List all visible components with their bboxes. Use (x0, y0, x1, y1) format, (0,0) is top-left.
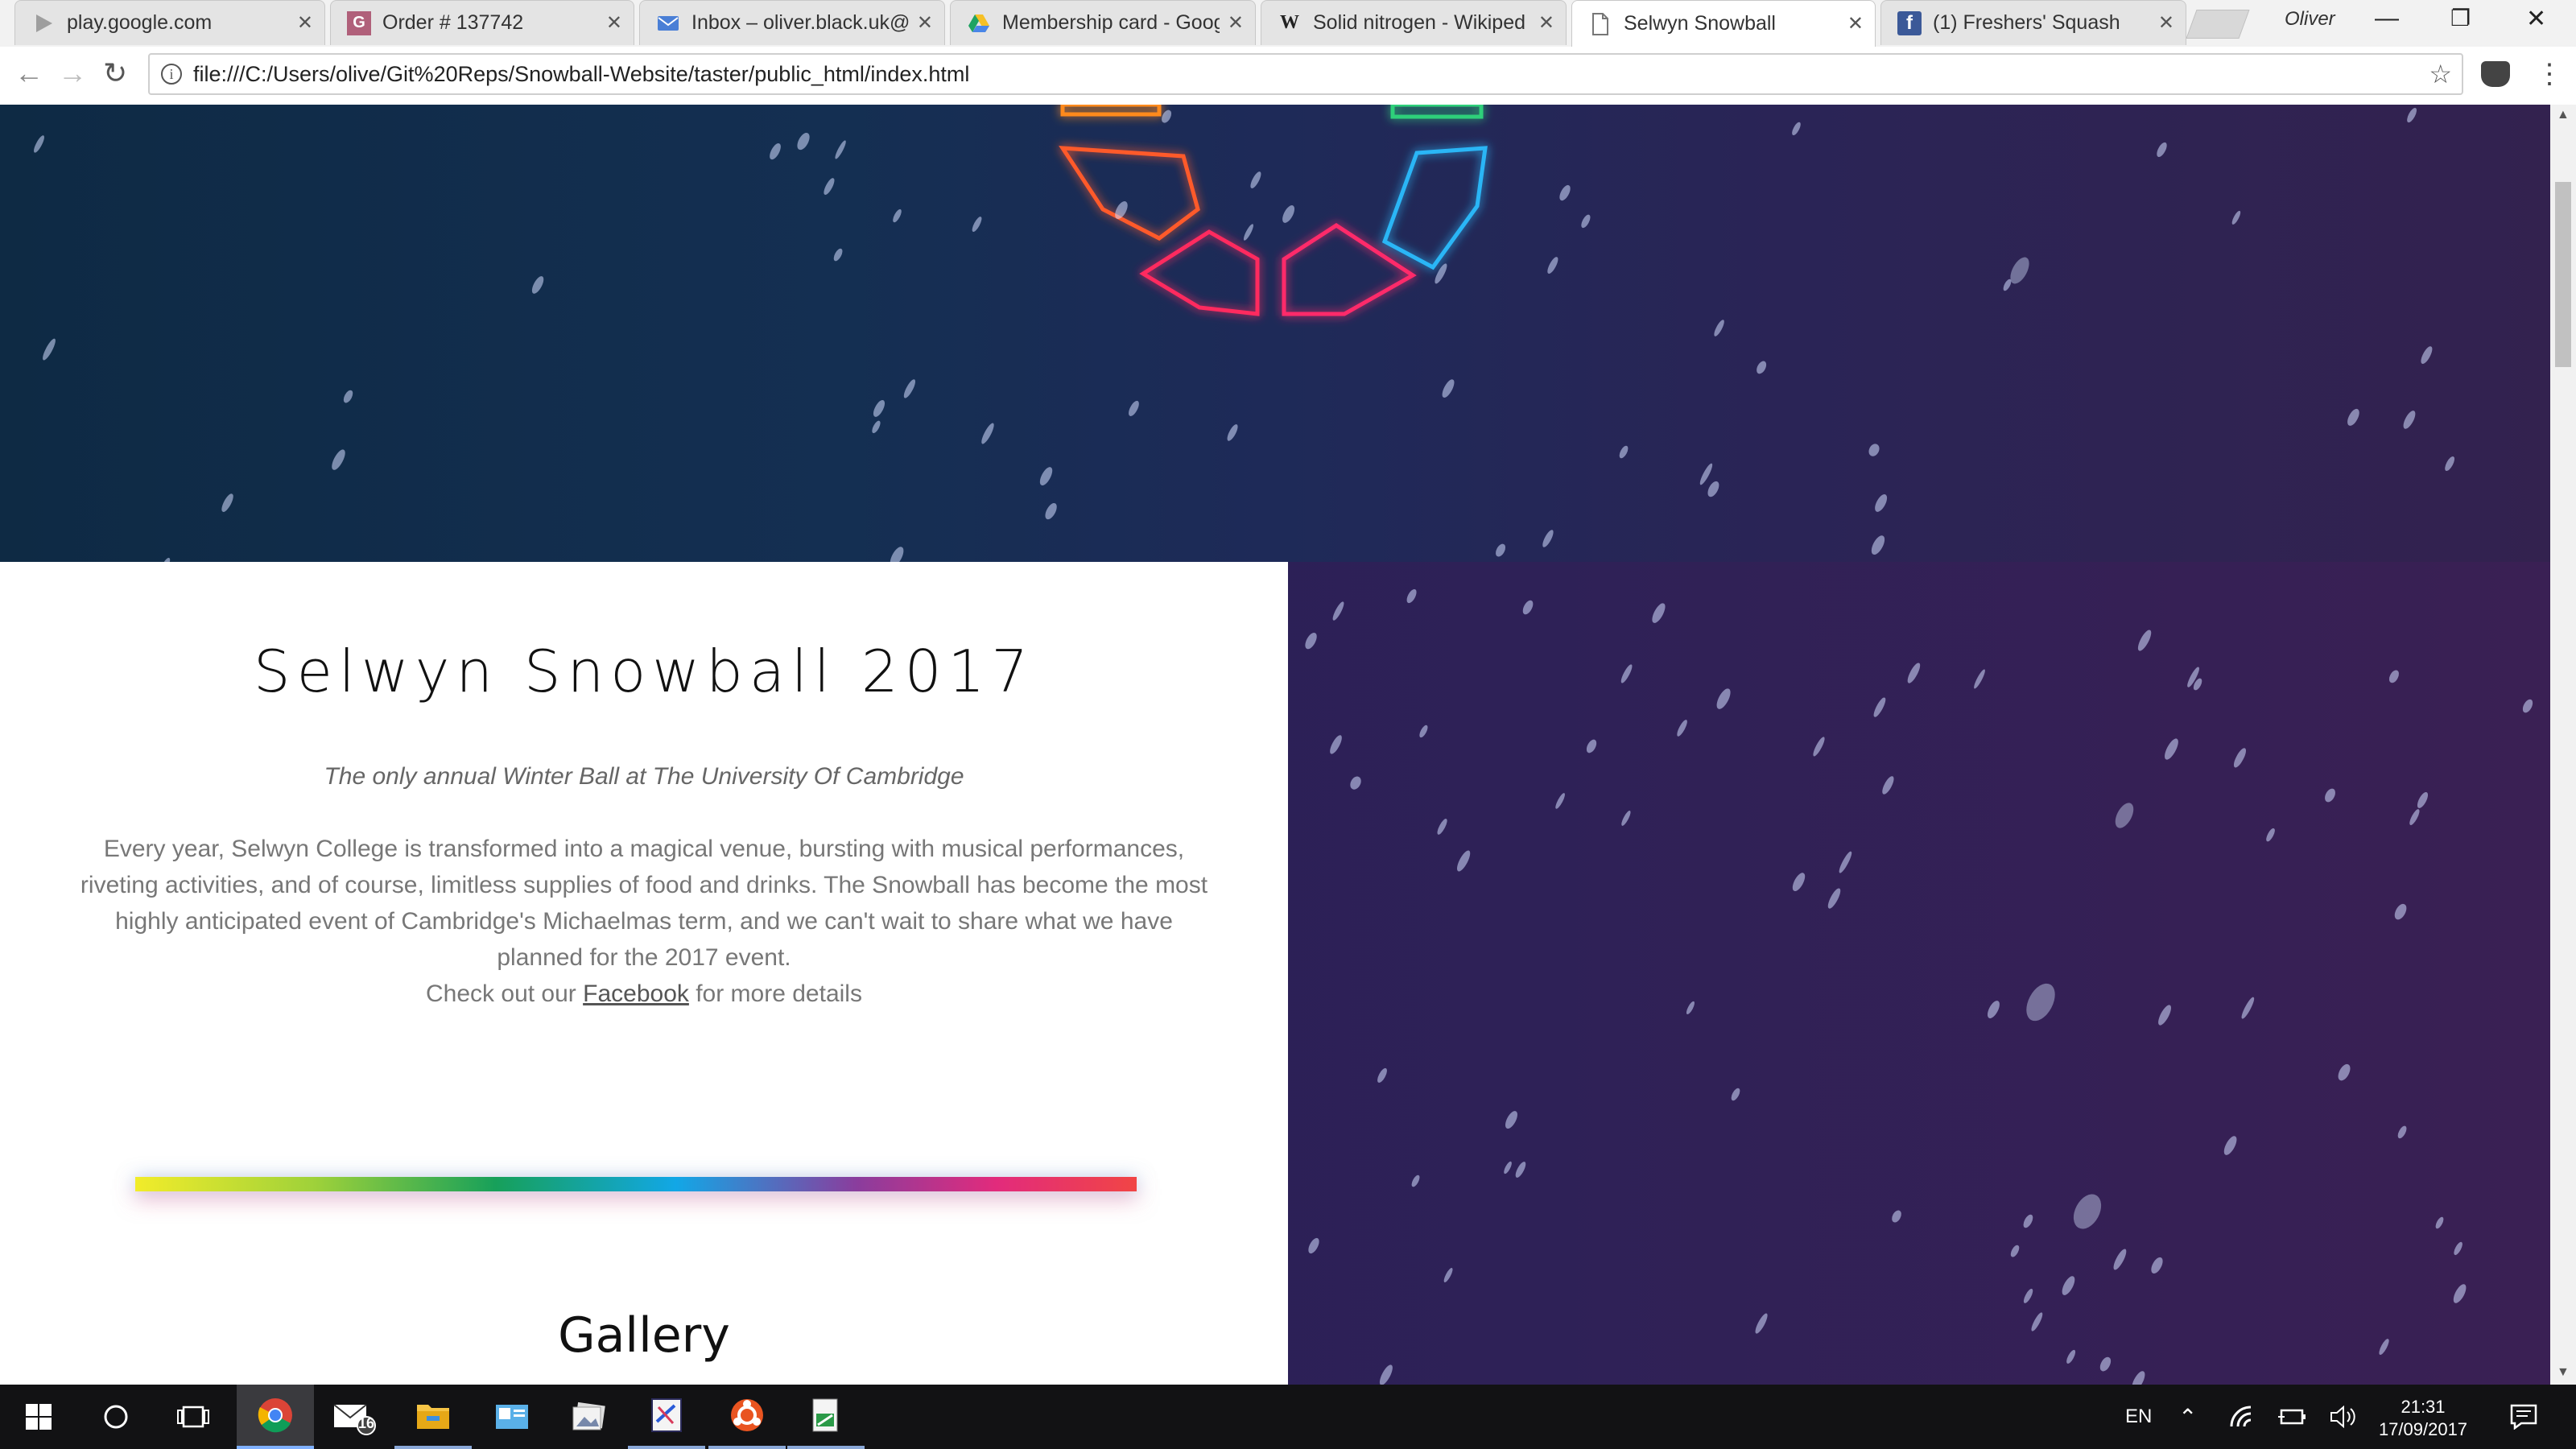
pocket-extension-icon[interactable] (2481, 61, 2510, 87)
tab-freshers-squash[interactable]: f (1) Freshers' Squash ✕ (1880, 0, 2186, 45)
language-indicator[interactable]: EN (2125, 1385, 2152, 1449)
google-drive-icon (967, 11, 991, 35)
hero-background (0, 105, 2550, 562)
file-explorer-icon[interactable] (394, 1385, 472, 1449)
task-view-icon[interactable] (155, 1385, 232, 1449)
forward-arrow-icon[interactable]: → (58, 56, 87, 90)
info-icon[interactable]: i (161, 64, 182, 85)
mail-taskbar-icon[interactable]: 16 (316, 1385, 393, 1449)
clock-time: 21:31 (2401, 1397, 2446, 1417)
close-icon[interactable]: ✕ (1538, 11, 1554, 35)
document-icon (1588, 12, 1612, 36)
photos-app-icon[interactable] (551, 1385, 628, 1449)
intro-card: Selwyn Snowball 2017 The only annual Win… (0, 562, 1288, 1385)
close-icon[interactable]: ✕ (297, 11, 313, 35)
spreadsheet-app-icon[interactable] (787, 1385, 865, 1449)
description-text: Every year, Selwyn College is transforme… (80, 836, 1208, 971)
facebook-cta: Check out our Facebook for more details (72, 976, 1216, 1012)
windows-taskbar: 16 EN ⌃ 21:31 17/09/2017 (0, 1385, 2576, 1449)
system-clock[interactable]: 21:31 17/09/2017 (2367, 1396, 2479, 1441)
tab-title: Order # 137742 (382, 11, 524, 34)
scrollbar-thumb[interactable] (2555, 182, 2571, 367)
tab-title: Solid nitrogen - Wikiped (1313, 11, 1526, 34)
visual-studio-app-icon[interactable] (628, 1385, 705, 1449)
neon-logo-graphic (1059, 105, 1488, 316)
back-arrow-icon[interactable]: ← (14, 56, 43, 90)
close-icon[interactable]: ✕ (1847, 12, 1864, 35)
tab-inbox[interactable]: Inbox – oliver.black.uk@ ✕ (639, 0, 945, 45)
inbox-icon (656, 11, 680, 35)
tab-solid-nitrogen[interactable]: W Solid nitrogen - Wikiped ✕ (1261, 0, 1567, 45)
tab-order[interactable]: G Order # 137742 ✕ (330, 0, 634, 45)
rainbow-divider (135, 1177, 1137, 1191)
tab-strip: play.google.com ✕ G Order # 137742 ✕ Inb… (0, 0, 2576, 47)
bookmark-star-icon[interactable]: ☆ (2429, 59, 2452, 89)
tab-title: play.google.com (67, 11, 213, 34)
wikipedia-icon: W (1280, 12, 1299, 33)
gallery-heading: Gallery (558, 1307, 730, 1364)
chrome-taskbar-icon[interactable] (237, 1385, 314, 1449)
restore-icon[interactable]: ❐ (2450, 5, 2471, 31)
tab-title: Inbox – oliver.black.uk@ (691, 11, 909, 34)
tab-title: (1) Freshers' Squash (1933, 11, 2120, 34)
menu-kebab-icon[interactable]: ⋮ (2536, 58, 2563, 90)
close-icon[interactable]: ✕ (1228, 11, 1244, 35)
wifi-icon[interactable] (2230, 1385, 2257, 1449)
intro-paragraph: Every year, Selwyn College is transforme… (72, 831, 1216, 1012)
search-cortana-icon[interactable] (77, 1385, 155, 1449)
page-title: Selwyn Snowball 2017 (253, 638, 1035, 705)
scroll-up-arrow-icon[interactable]: ▲ (2557, 108, 2570, 122)
profile-name[interactable]: Oliver (2285, 8, 2335, 31)
tab-play-google[interactable]: play.google.com ✕ (14, 0, 325, 45)
g-square-icon: G (347, 10, 371, 35)
vertical-scrollbar[interactable]: ▲ ▼ (2550, 105, 2576, 1385)
address-bar[interactable]: i file:///C:/Users/olive/Git%20Reps/Snow… (148, 53, 2463, 95)
google-play-icon (31, 11, 56, 35)
outlook-contacts-icon[interactable] (473, 1385, 551, 1449)
battery-icon[interactable] (2277, 1385, 2307, 1449)
tab-title: Selwyn Snowball (1624, 12, 1776, 35)
scroll-down-arrow-icon[interactable]: ▼ (2557, 1365, 2570, 1380)
close-window-icon[interactable]: ✕ (2526, 5, 2546, 33)
tab-title: Membership card - Goog (1002, 11, 1220, 34)
close-icon[interactable]: ✕ (917, 11, 933, 35)
close-icon[interactable]: ✕ (606, 11, 622, 35)
cta-prefix: Check out our (426, 980, 584, 1007)
clock-date: 17/09/2017 (2378, 1419, 2468, 1439)
url-text[interactable]: file:///C:/Users/olive/Git%20Reps/Snowba… (193, 62, 2429, 87)
close-icon[interactable]: ✕ (2158, 11, 2174, 35)
action-center-icon[interactable] (2510, 1385, 2537, 1449)
reload-icon[interactable]: ↻ (103, 56, 127, 90)
tab-selwyn-snowball[interactable]: Selwyn Snowball ✕ (1571, 0, 1876, 47)
facebook-link[interactable]: Facebook (583, 980, 689, 1007)
minimize-icon[interactable]: — (2375, 5, 2399, 32)
chevron-up-icon[interactable]: ⌃ (2178, 1385, 2197, 1449)
windows-start-icon[interactable] (0, 1385, 77, 1449)
tagline: The only annual Winter Ball at The Unive… (324, 763, 964, 790)
mail-badge-count: 16 (358, 1415, 375, 1431)
cta-suffix: for more details (688, 980, 862, 1007)
ubuntu-terminal-icon[interactable] (708, 1385, 786, 1449)
tab-membership-card[interactable]: Membership card - Goog ✕ (950, 0, 1256, 45)
page-viewport: Selwyn Snowball 2017 The only annual Win… (0, 105, 2550, 1385)
facebook-icon: f (1897, 10, 1922, 35)
volume-icon[interactable] (2330, 1385, 2357, 1449)
browser-toolbar: ← → ↻ i file:///C:/Users/olive/Git%20Rep… (0, 47, 2576, 106)
new-tab-button[interactable] (2186, 10, 2250, 39)
